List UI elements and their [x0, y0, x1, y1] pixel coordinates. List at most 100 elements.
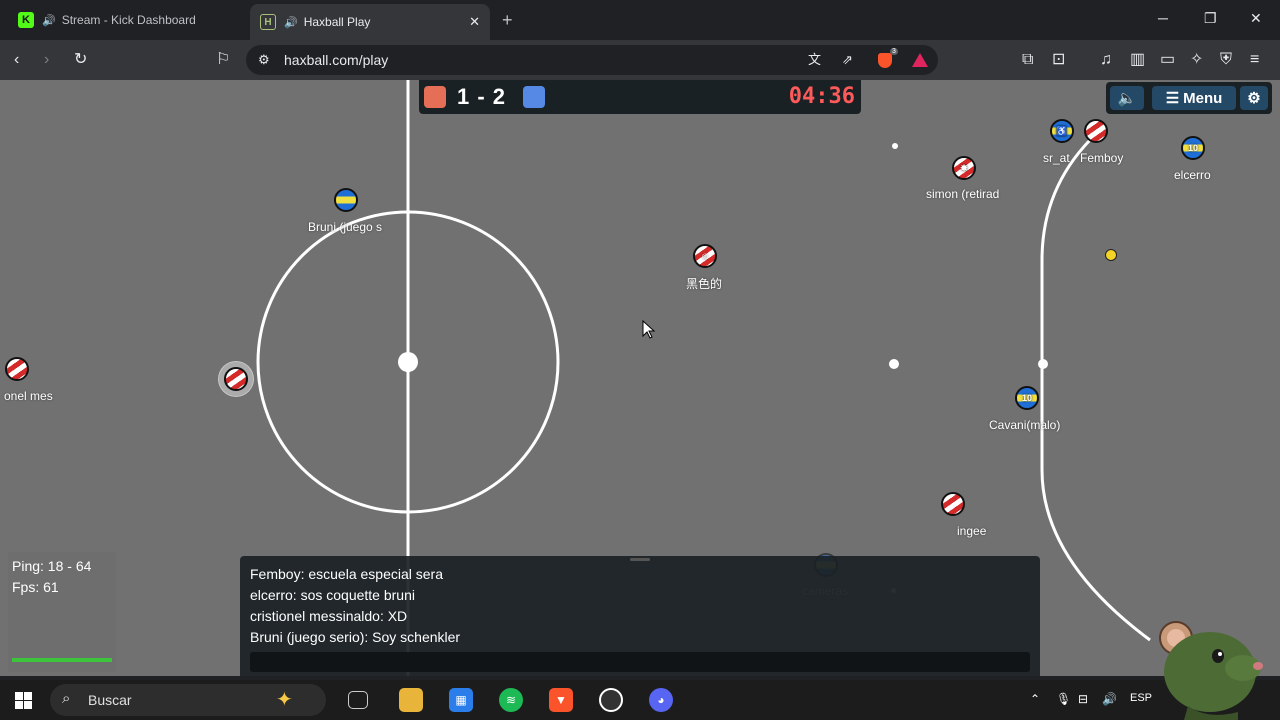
- forward-icon[interactable]: ›: [44, 51, 49, 69]
- hamburger-icon: ☰: [1165, 90, 1180, 107]
- gear-icon: ⚙: [1247, 90, 1261, 107]
- center-spot: [398, 352, 418, 372]
- start-button[interactable]: [15, 692, 32, 709]
- network-stats-panel: Ping: 18 - 64 Fps: 61: [8, 552, 116, 672]
- player-avatar-icon: 10: [1187, 143, 1198, 153]
- copilot-sparkle-icon: ✦: [276, 689, 293, 711]
- player-disc: [5, 357, 29, 381]
- sound-toggle-button[interactable]: 🔈: [1110, 86, 1144, 110]
- site-info-icon[interactable]: ⚙: [258, 51, 270, 69]
- player-disc: [1084, 119, 1108, 143]
- tab-kick-dashboard[interactable]: K 🔊 Stream - Kick Dashboard: [8, 4, 248, 36]
- speaker-icon: 🔊: [42, 14, 56, 27]
- ball: [1105, 249, 1117, 261]
- spotify-icon[interactable]: ≋: [499, 688, 523, 712]
- restore-button[interactable]: ❐: [1204, 10, 1217, 27]
- discord-icon[interactable]: ◕: [649, 688, 673, 712]
- ping-text: Ping: 18 - 64: [12, 558, 92, 574]
- close-tab-icon[interactable]: ✕: [469, 14, 480, 30]
- main-menu-icon[interactable]: ≡: [1250, 51, 1259, 69]
- player-avatar-icon: ✸: [960, 162, 968, 173]
- extensions-icon[interactable]: ⧉: [1022, 51, 1033, 69]
- obs-icon[interactable]: [599, 688, 623, 712]
- brave-rewards-icon[interactable]: [912, 53, 928, 67]
- player-name: Bruni (juego s: [308, 220, 383, 234]
- player-disc: ♿: [1050, 119, 1074, 143]
- close-window-button[interactable]: ✕: [1250, 10, 1262, 27]
- rat-mascot-overlay: [1159, 621, 1263, 720]
- player-name: Femboy: [1080, 151, 1124, 165]
- player-disc: [941, 492, 965, 516]
- chat-panel: Femboy: escuela especial sera elcerro: s…: [240, 556, 1040, 676]
- tray-overflow-icon[interactable]: ⌃: [1030, 692, 1040, 706]
- screenshot-icon[interactable]: ⊡: [1052, 51, 1065, 69]
- kick-favicon-icon: K: [18, 12, 34, 28]
- leo-ai-icon[interactable]: ✧: [1190, 51, 1203, 69]
- tab-haxball-play[interactable]: H 🔊 Haxball Play ✕: [250, 4, 490, 40]
- brave-taskbar-icon[interactable]: ▼: [549, 688, 573, 712]
- player-name: sr_at: [1043, 151, 1070, 165]
- field-marker: [889, 359, 899, 369]
- browser-toolbar: ‹ › ↻ ⚐ ⚙ haxball.com/play 文 ⇗ 3 ⧉ ⊡ ♫ ▥…: [0, 40, 1280, 80]
- media-icon[interactable]: ♫: [1100, 51, 1112, 69]
- url-text: haxball.com/play: [284, 52, 389, 68]
- player-name: onel mes: [4, 389, 53, 403]
- field-marker: [892, 143, 898, 149]
- speaker-icon: 🔊: [284, 16, 298, 29]
- red-team-indicator: [424, 86, 446, 108]
- player-avatar-icon: ♿: [1056, 125, 1068, 136]
- game-top-buttons: 🔈 ☰ Menu ⚙: [1106, 82, 1272, 114]
- network-icon[interactable]: ⊟: [1078, 692, 1088, 706]
- chat-message: Bruni (juego serio): Soy schenkler: [250, 629, 461, 645]
- player-name: ingee: [957, 524, 987, 538]
- bookmark-icon[interactable]: ⚐: [216, 51, 230, 69]
- haxball-favicon-icon: H: [260, 14, 276, 30]
- new-tab-button[interactable]: +: [502, 10, 513, 31]
- controlled-player-disc: [224, 367, 248, 391]
- haxball-game-canvas[interactable]: Bruni (juego s ☺ 黑色的 ✸ simon (retirad ♿ …: [0, 80, 1280, 676]
- match-timer: 04:36: [788, 84, 855, 109]
- task-view-icon[interactable]: [348, 691, 368, 709]
- player-disc: 10: [1181, 136, 1205, 160]
- fps-text: Fps: 61: [12, 579, 59, 595]
- menu-label: Menu: [1183, 89, 1223, 107]
- back-icon[interactable]: ‹: [14, 51, 19, 69]
- ping-graph: [12, 658, 112, 662]
- chat-message: cristionel messinaldo: XD: [250, 608, 408, 624]
- chat-message: elcerro: sos coquette bruni: [250, 587, 415, 603]
- file-explorer-icon[interactable]: [399, 688, 423, 712]
- blue-team-indicator: [523, 86, 545, 108]
- microsoft-store-icon[interactable]: ▦: [449, 688, 473, 712]
- volume-icon[interactable]: 🔊: [1102, 692, 1117, 706]
- brave-shields-icon[interactable]: [878, 53, 892, 68]
- minimize-button[interactable]: ─: [1158, 10, 1168, 26]
- windows-taskbar: ⌕ Buscar ✦ ▦ ≋ ▼ ◕ ⌃ 🎙 ⊟ 🔊 ESP: [0, 680, 1280, 720]
- share-icon[interactable]: ⇗: [842, 51, 853, 69]
- player-disc: [334, 188, 358, 212]
- translate-icon[interactable]: 文: [808, 51, 821, 69]
- menu-button[interactable]: ☰ Menu: [1152, 86, 1236, 110]
- reload-icon[interactable]: ↻: [74, 51, 87, 69]
- search-icon: ⌕: [62, 690, 71, 707]
- player-name: Cavani(malo): [989, 418, 1061, 432]
- player-name: simon (retirad: [926, 187, 1000, 201]
- taskbar-search[interactable]: ⌕ Buscar ✦: [50, 684, 326, 716]
- chat-resize-handle[interactable]: [630, 558, 650, 561]
- chat-input[interactable]: [250, 652, 1030, 672]
- player-avatar-icon: ☺: [700, 251, 710, 261]
- settings-button[interactable]: ⚙: [1240, 86, 1268, 110]
- score-text: 1 - 2: [457, 84, 507, 109]
- mouse-cursor-icon: [642, 320, 656, 339]
- tab-label: Stream - Kick Dashboard: [61, 13, 196, 27]
- microphone-icon[interactable]: 🎙: [1056, 692, 1071, 706]
- wallet-icon[interactable]: ▭: [1160, 51, 1175, 69]
- shields-count-badge: 3: [890, 48, 898, 55]
- player-disc: ✸: [952, 156, 976, 180]
- goal-post: [1038, 359, 1048, 369]
- vpn-icon[interactable]: ⛨: [1220, 51, 1232, 69]
- sidebar-icon[interactable]: ▥: [1130, 51, 1145, 69]
- address-bar[interactable]: ⚙ haxball.com/play 文 ⇗: [246, 45, 938, 75]
- player-disc: ☺: [693, 244, 717, 268]
- search-placeholder: Buscar: [88, 692, 132, 708]
- player-name: 黑色的: [686, 277, 723, 291]
